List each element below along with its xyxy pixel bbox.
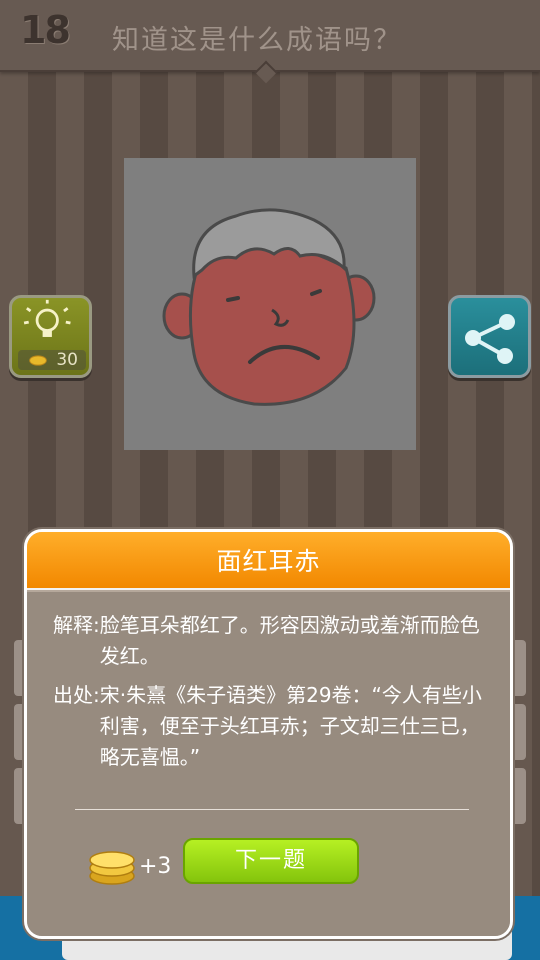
dialog-header: 面红耳赤 — [27, 532, 510, 590]
gold-coins-icon — [89, 851, 135, 885]
coin-icon — [29, 355, 47, 366]
explanation-row: 解释: 脸笔耳朵都红了。形容因激动或羞渐而脸色发红。 — [53, 610, 493, 672]
source-text: 宋·朱熹《朱子语类》第29卷：“今人有些小利害，便至于头红耳赤；子文却三仕三已，… — [99, 683, 482, 769]
hint-button[interactable]: 30 — [9, 295, 92, 378]
explanation-text: 脸笔耳朵都红了。形容因激动或羞渐而脸色发红。 — [99, 613, 480, 668]
level-number: 18 — [20, 8, 71, 52]
divider — [75, 809, 469, 810]
answer-dialog: 面红耳赤 解释: 脸笔耳朵都红了。形容因激动或羞渐而脸色发红。 出处: 宋·朱熹… — [24, 529, 513, 939]
source-row: 出处: 宋·朱熹《朱子语类》第29卷：“今人有些小利害，便至于头红耳赤；子文却三… — [53, 680, 493, 773]
question-text: 知道这是什么成语吗？ — [112, 25, 402, 56]
red-face-illustration — [162, 208, 376, 406]
reward-amount: +3 — [139, 854, 172, 879]
share-button[interactable] — [448, 295, 531, 378]
idiom-answer: 面红耳赤 — [216, 547, 321, 576]
idiom-picture — [124, 158, 416, 450]
top-bar: 18 知道这是什么成语吗？ — [0, 0, 540, 72]
hint-cost-value: 30 — [56, 350, 78, 370]
dialog-body: 解释: 脸笔耳朵都红了。形容因激动或羞渐而脸色发红。 出处: 宋·朱熹《朱子语类… — [27, 592, 510, 936]
source-label: 出处: — [53, 683, 100, 707]
next-question-button[interactable]: 下一题 — [183, 838, 359, 884]
share-icon — [465, 314, 515, 364]
hint-cost-badge: 30 — [18, 350, 86, 370]
explanation-label: 解释: — [53, 613, 100, 637]
